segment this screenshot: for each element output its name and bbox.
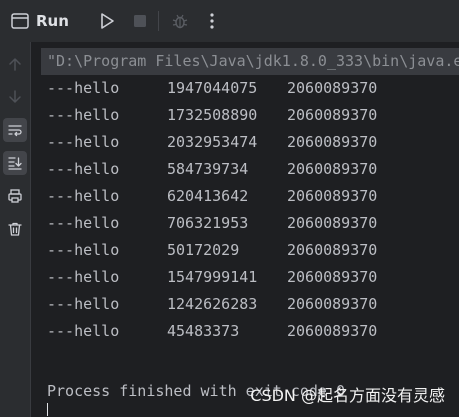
toolbar-divider [158,11,159,31]
stop-button[interactable] [128,9,152,33]
rerun-button[interactable] [95,9,119,33]
text-cursor [47,403,48,416]
output-row: ---hello 584739734 2060089370 [47,156,377,183]
console-output[interactable]: "D:\Program Files\Java\jdk1.8.0_333\bin\… [31,42,459,417]
run-tab-icon[interactable] [10,11,30,31]
output-text: ---hello [47,241,120,259]
output-text: ---hello [47,79,120,97]
output-num2: 2060089370 [287,160,378,178]
output-text: ---hello [47,133,120,151]
output-row: ---hello 1732508890 2060089370 [47,102,377,129]
output-num2: 2060089370 [287,187,378,205]
debug-button[interactable] [168,9,192,33]
scroll-to-end-toggle[interactable] [3,151,27,175]
output-num1: 50172029 [167,241,240,259]
output-text: ---hello [47,106,120,124]
more-options-button[interactable] [200,9,224,33]
arrow-up-icon [9,58,21,71]
output-row: ---hello 706321953 2060089370 [47,210,377,237]
output-num1: 1732508890 [167,106,258,124]
output-text: ---hello [47,160,120,178]
clear-all-button[interactable] [3,217,27,241]
previous-occurrence-button[interactable] [3,52,27,76]
output-num2: 2060089370 [287,79,378,97]
stop-icon [134,15,146,27]
soft-wrap-icon [8,125,22,137]
output-num2: 2060089370 [287,322,378,340]
scroll-to-end-icon [8,157,22,170]
output-text: ---hello [47,214,120,232]
output-text: ---hello [47,268,120,286]
output-num1: 1947044075 [167,79,258,97]
output-num1: 45483373 [167,322,240,340]
more-vertical-icon [210,13,214,29]
rerun-icon [101,13,114,29]
print-button[interactable] [3,184,27,208]
debug-icon [172,14,188,29]
print-icon [8,189,22,203]
run-toolbar: Run [0,0,459,42]
output-num1: 2032953474 [167,133,258,151]
output-num2: 2060089370 [287,295,378,313]
output-num1: 584739734 [167,160,249,178]
output-row: ---hello 1947044075 2060089370 [47,75,377,102]
output-num2: 2060089370 [287,214,378,232]
output-num1: 1547999141 [167,268,258,286]
output-row: ---hello 1547999141 2060089370 [47,264,377,291]
output-num1: 706321953 [167,214,249,232]
output-num2: 2060089370 [287,268,378,286]
output-num1: 620413642 [167,187,249,205]
output-row: ---hello 45483373 2060089370 [47,318,377,345]
output-row: ---hello 2032953474 2060089370 [47,129,377,156]
output-num2: 2060089370 [287,241,378,259]
trash-icon [8,222,22,236]
next-occurrence-button[interactable] [3,85,27,109]
output-text: ---hello [47,322,120,340]
soft-wrap-toggle[interactable] [3,118,27,142]
output-num2: 2060089370 [287,106,378,124]
command-line: "D:\Program Files\Java\jdk1.8.0_333\bin\… [41,48,459,75]
output-num1: 1242626283 [167,295,258,313]
output-text: ---hello [47,295,120,313]
watermark: CSDN @起名方面没有灵感 [250,386,445,405]
arrow-down-icon [9,90,21,103]
run-tab-title[interactable]: Run [36,10,69,32]
output-row: ---hello 50172029 2060089370 [47,237,377,264]
output-row: ---hello 620413642 2060089370 [47,183,377,210]
output-text: ---hello [47,187,120,205]
output-row: ---hello 1242626283 2060089370 [47,291,377,318]
output-num2: 2060089370 [287,133,378,151]
console-side-toolbar [0,42,30,417]
